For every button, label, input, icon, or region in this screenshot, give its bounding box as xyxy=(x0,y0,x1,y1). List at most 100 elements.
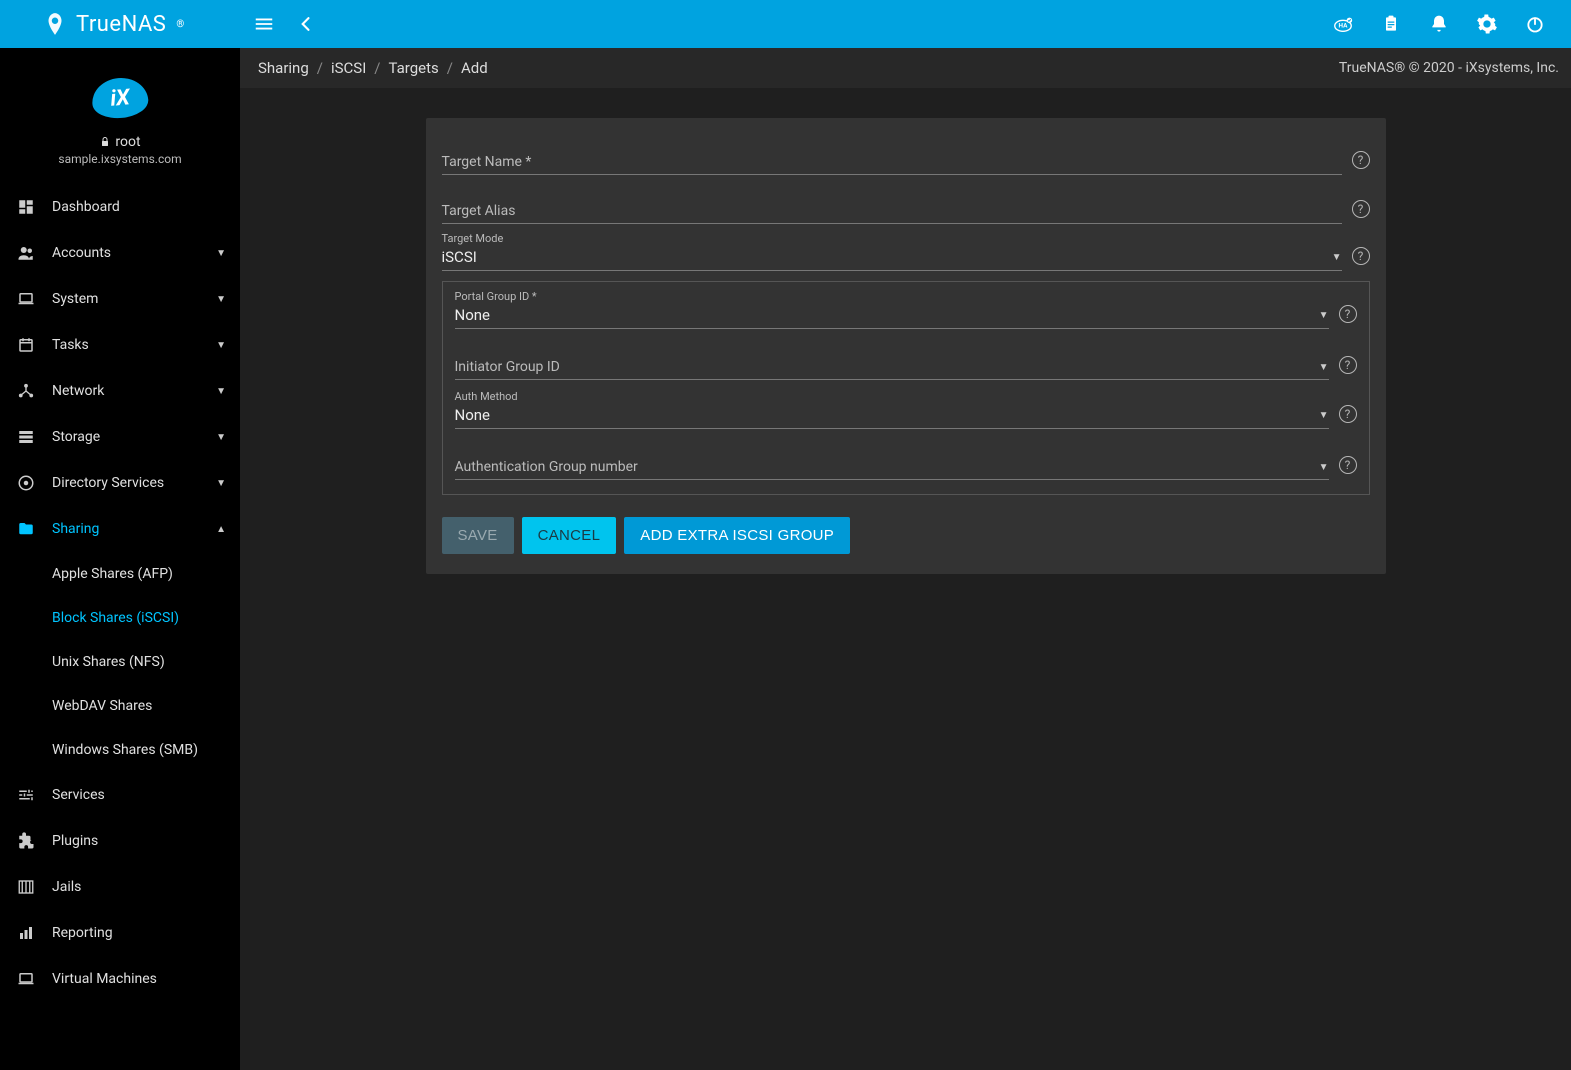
breadcrumb-item[interactable]: Targets xyxy=(388,59,438,77)
target-name-field[interactable]: Target Name * xyxy=(442,132,1342,175)
directory-icon xyxy=(14,474,38,492)
help-icon[interactable]: ? xyxy=(1339,456,1357,474)
dropdown-arrow-icon: ▼ xyxy=(1319,462,1329,473)
power-icon[interactable] xyxy=(1523,12,1547,36)
field-label: Auth Method xyxy=(455,390,518,403)
sharing-subnav: Apple Shares (AFP) Block Shares (iSCSI) … xyxy=(0,552,240,772)
people-icon xyxy=(14,244,38,262)
clipboard-icon[interactable] xyxy=(1379,12,1403,36)
ha-status-icon[interactable]: HA xyxy=(1331,12,1355,36)
field-label: Target Alias xyxy=(442,203,516,219)
nav-accounts[interactable]: Accounts ▼ xyxy=(0,230,240,276)
nav-label: Jails xyxy=(52,879,81,895)
menu-toggle-icon[interactable] xyxy=(252,12,276,36)
help-icon[interactable]: ? xyxy=(1352,151,1370,169)
nav-tasks[interactable]: Tasks ▼ xyxy=(0,322,240,368)
chevron-down-icon: ▼ xyxy=(216,478,226,489)
breadcrumb-item[interactable]: Sharing xyxy=(258,59,309,77)
nav-plugins[interactable]: Plugins xyxy=(0,818,240,864)
add-extra-iscsi-group-button[interactable]: ADD EXTRA ISCSI GROUP xyxy=(624,517,850,554)
field-label: Target Name * xyxy=(442,154,532,170)
dropdown-arrow-icon: ▼ xyxy=(1332,252,1342,263)
nav-label: Plugins xyxy=(52,833,98,849)
chevron-up-icon: ▲ xyxy=(216,524,226,535)
nav-system[interactable]: System ▼ xyxy=(0,276,240,322)
field-value: iSCSI xyxy=(442,248,477,266)
laptop-icon xyxy=(14,970,38,988)
sidebar-host: sample.ixsystems.com xyxy=(58,152,181,166)
breadcrumb-item: Add xyxy=(461,59,488,77)
sidebar-user: root xyxy=(99,134,140,150)
field-label: Initiator Group ID xyxy=(455,359,560,375)
subnav-iscsi[interactable]: Block Shares (iSCSI) xyxy=(0,596,240,640)
initiator-group-select[interactable]: Initiator Group ID ▼ xyxy=(455,337,1329,380)
field-value: None xyxy=(455,306,491,324)
cancel-button[interactable]: CANCEL xyxy=(522,517,617,554)
chevron-down-icon: ▼ xyxy=(216,432,226,443)
auth-group-number-select[interactable]: Authentication Group number ▼ xyxy=(455,437,1329,480)
network-icon xyxy=(14,382,38,400)
nav-jails[interactable]: Jails xyxy=(0,864,240,910)
help-icon[interactable]: ? xyxy=(1339,356,1357,374)
subnav-smb[interactable]: Windows Shares (SMB) xyxy=(0,728,240,772)
button-row: SAVE CANCEL ADD EXTRA ISCSI GROUP xyxy=(442,517,1370,554)
subnav-nfs[interactable]: Unix Shares (NFS) xyxy=(0,640,240,684)
target-mode-select[interactable]: Target Mode iSCSI ▼ xyxy=(442,230,1342,271)
chevron-down-icon: ▼ xyxy=(216,386,226,397)
settings-icon[interactable] xyxy=(1475,12,1499,36)
ix-logo-icon: iX xyxy=(90,76,149,121)
nav-label: Dashboard xyxy=(52,199,120,215)
svg-text:HA: HA xyxy=(1339,22,1349,30)
brand-name: TrueNAS xyxy=(76,12,166,37)
help-icon[interactable]: ? xyxy=(1339,405,1357,423)
dropdown-arrow-icon: ▼ xyxy=(1319,362,1329,373)
top-bar: TrueNAS® HA xyxy=(0,0,1571,48)
nav-label: Storage xyxy=(52,429,100,445)
help-icon[interactable]: ? xyxy=(1352,247,1370,265)
nav-directory-services[interactable]: Directory Services ▼ xyxy=(0,460,240,506)
subnav-afp[interactable]: Apple Shares (AFP) xyxy=(0,552,240,596)
nav-dashboard[interactable]: Dashboard xyxy=(0,184,240,230)
chevron-down-icon: ▼ xyxy=(216,248,226,259)
nav-virtual-machines[interactable]: Virtual Machines xyxy=(0,956,240,1002)
dashboard-icon xyxy=(14,198,38,216)
jail-icon xyxy=(14,878,38,896)
nav-network[interactable]: Network ▼ xyxy=(0,368,240,414)
nav-reporting[interactable]: Reporting xyxy=(0,910,240,956)
notifications-icon[interactable] xyxy=(1427,12,1451,36)
sidebar: iX root sample.ixsystems.com Dashboard A… xyxy=(0,48,240,1070)
nav-services[interactable]: Services xyxy=(0,772,240,818)
folder-shared-icon xyxy=(14,520,38,538)
calendar-icon xyxy=(14,336,38,354)
chevron-down-icon: ▼ xyxy=(216,294,226,305)
copyright-text: TrueNAS® © 2020 - iXsystems, Inc. xyxy=(1339,60,1559,76)
truenas-mark-icon xyxy=(42,11,68,37)
auth-method-select[interactable]: Auth Method None ▼ xyxy=(455,388,1329,429)
nav-storage[interactable]: Storage ▼ xyxy=(0,414,240,460)
portal-group-select[interactable]: Portal Group ID * None ▼ xyxy=(455,288,1329,329)
help-icon[interactable]: ? xyxy=(1339,305,1357,323)
iscsi-group-box: Portal Group ID * None ▼ ? Initiator Gro… xyxy=(442,281,1370,495)
breadcrumb-item[interactable]: iSCSI xyxy=(331,59,366,77)
chevron-down-icon: ▼ xyxy=(216,340,226,351)
target-alias-field[interactable]: Target Alias xyxy=(442,181,1342,224)
form-card: Target Name * ? Target Alias ? Target Mo… xyxy=(426,118,1386,574)
breadcrumb-bar: Sharing / iSCSI / Targets / Add TrueNAS®… xyxy=(240,48,1571,88)
nav-label: Services xyxy=(52,787,105,803)
nav-label: Directory Services xyxy=(52,475,164,491)
dropdown-arrow-icon: ▼ xyxy=(1319,310,1329,321)
sidebar-header: iX root sample.ixsystems.com xyxy=(0,48,240,184)
brand-logo: TrueNAS® xyxy=(12,11,240,37)
subnav-webdav[interactable]: WebDAV Shares xyxy=(0,684,240,728)
nav-sharing[interactable]: Sharing ▲ xyxy=(0,506,240,552)
back-icon[interactable] xyxy=(294,12,318,36)
help-icon[interactable]: ? xyxy=(1352,200,1370,218)
field-label: Target Mode xyxy=(442,232,504,245)
storage-icon xyxy=(14,428,38,446)
chart-icon xyxy=(14,924,38,942)
nav-label: Tasks xyxy=(52,337,89,353)
nav-list: Dashboard Accounts ▼ System ▼ Tasks ▼ Ne… xyxy=(0,184,240,552)
save-button[interactable]: SAVE xyxy=(442,517,514,554)
extension-icon xyxy=(14,832,38,850)
field-value: None xyxy=(455,406,491,424)
